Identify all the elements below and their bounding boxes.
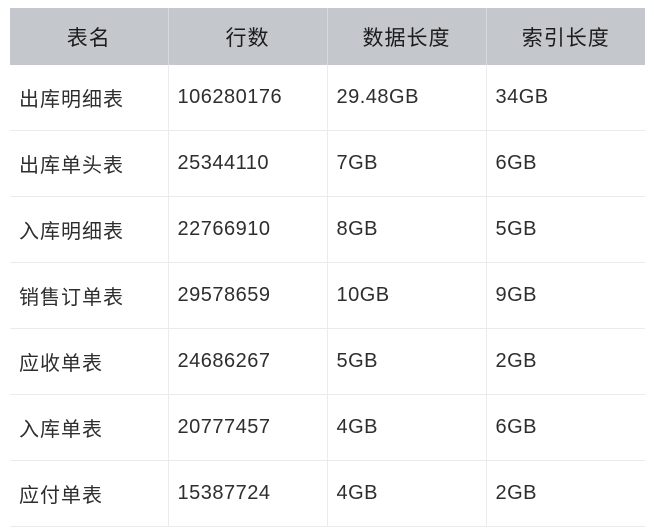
column-header-table-name: 表名 bbox=[10, 8, 169, 65]
cell-table-name: 应付单表 bbox=[10, 460, 169, 527]
cell-index-length: 2GB bbox=[486, 328, 645, 395]
table-row: 入库单表 20777457 4GB 6GB bbox=[10, 394, 645, 461]
table-row: 出库单头表 25344110 7GB 6GB bbox=[10, 130, 645, 197]
table-row: 应收单表 24686267 5GB 2GB bbox=[10, 328, 645, 395]
cell-row-count: 22766910 bbox=[168, 196, 328, 263]
cell-row-count: 15387724 bbox=[168, 460, 328, 527]
cell-row-count: 24686267 bbox=[168, 328, 328, 395]
database-size-table: 表名 行数 数据长度 索引长度 出库明细表 106280176 29.48GB … bbox=[10, 8, 645, 527]
cell-index-length: 6GB bbox=[486, 394, 645, 461]
cell-row-count: 20777457 bbox=[168, 394, 328, 461]
table-header: 表名 行数 数据长度 索引长度 bbox=[10, 8, 645, 65]
cell-table-name: 出库明细表 bbox=[10, 65, 169, 131]
table-header-row: 表名 行数 数据长度 索引长度 bbox=[10, 8, 645, 65]
cell-data-length: 7GB bbox=[327, 130, 487, 197]
cell-table-name: 入库明细表 bbox=[10, 196, 169, 263]
cell-data-length: 29.48GB bbox=[327, 65, 487, 131]
cell-data-length: 10GB bbox=[327, 262, 487, 329]
cell-table-name: 入库单表 bbox=[10, 394, 169, 461]
table-body: 出库明细表 106280176 29.48GB 34GB 出库单头表 25344… bbox=[10, 65, 645, 527]
cell-row-count: 25344110 bbox=[168, 130, 328, 197]
cell-data-length: 4GB bbox=[327, 394, 487, 461]
cell-data-length: 4GB bbox=[327, 460, 487, 527]
cell-index-length: 9GB bbox=[486, 262, 645, 329]
database-table-container: 表名 行数 数据长度 索引长度 出库明细表 106280176 29.48GB … bbox=[10, 8, 645, 527]
cell-data-length: 5GB bbox=[327, 328, 487, 395]
table-row: 入库明细表 22766910 8GB 5GB bbox=[10, 196, 645, 263]
column-header-row-count: 行数 bbox=[168, 8, 328, 65]
cell-index-length: 5GB bbox=[486, 196, 645, 263]
cell-row-count: 29578659 bbox=[168, 262, 328, 329]
cell-table-name: 出库单头表 bbox=[10, 130, 169, 197]
column-header-data-length: 数据长度 bbox=[327, 8, 487, 65]
cell-table-name: 应收单表 bbox=[10, 328, 169, 395]
table-row: 应付单表 15387724 4GB 2GB bbox=[10, 460, 645, 527]
cell-index-length: 2GB bbox=[486, 460, 645, 527]
column-header-index-length: 索引长度 bbox=[486, 8, 645, 65]
table-row: 出库明细表 106280176 29.48GB 34GB bbox=[10, 65, 645, 131]
cell-table-name: 销售订单表 bbox=[10, 262, 169, 329]
cell-index-length: 34GB bbox=[486, 65, 645, 131]
table-row: 销售订单表 29578659 10GB 9GB bbox=[10, 262, 645, 329]
cell-data-length: 8GB bbox=[327, 196, 487, 263]
cell-row-count: 106280176 bbox=[168, 65, 328, 131]
cell-index-length: 6GB bbox=[486, 130, 645, 197]
